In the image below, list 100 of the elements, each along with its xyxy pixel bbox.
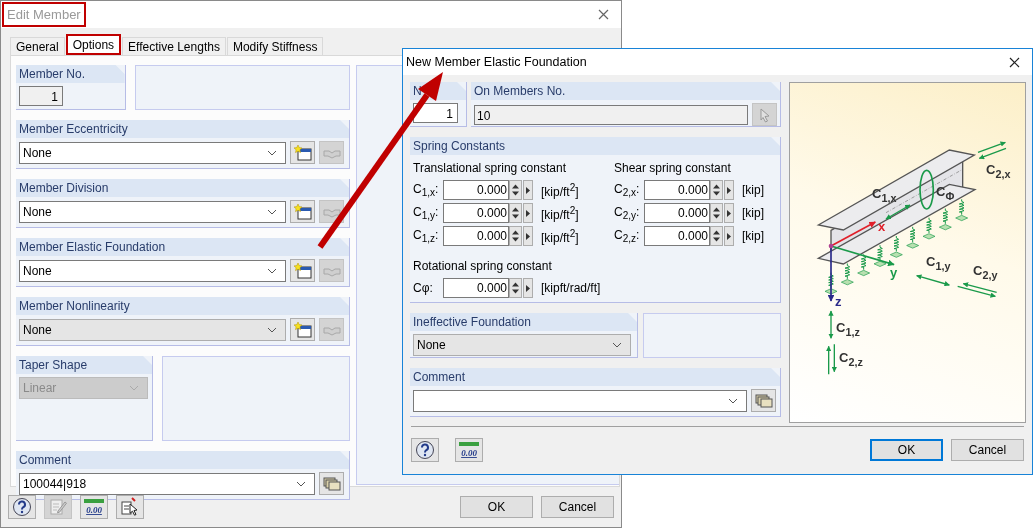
right-triangle-icon bbox=[526, 284, 530, 292]
browse-button[interactable] bbox=[751, 389, 776, 412]
tab[interactable]: Options bbox=[65, 34, 122, 55]
number-field[interactable]: 0.000 bbox=[644, 180, 710, 200]
select-button[interactable] bbox=[116, 495, 144, 519]
group-label: Spring Constants bbox=[410, 137, 780, 155]
dropdown[interactable]: None bbox=[19, 259, 286, 282]
cursor-document-icon bbox=[120, 497, 140, 517]
group-label: Member Eccentricity bbox=[16, 120, 349, 138]
number-field[interactable]: 0.000 bbox=[443, 278, 509, 298]
number-field[interactable]: 0.000 bbox=[644, 203, 710, 223]
number-field[interactable]: 0.000 bbox=[443, 226, 509, 246]
dropdown[interactable]: None bbox=[413, 334, 631, 356]
windows-icon bbox=[754, 393, 773, 408]
spin-button[interactable] bbox=[710, 180, 723, 200]
tab[interactable]: Effective Lengths bbox=[122, 37, 226, 55]
new-button[interactable] bbox=[290, 200, 315, 223]
input-field[interactable]: 10 bbox=[474, 104, 748, 125]
chevron-icon bbox=[267, 326, 277, 333]
dialog-button[interactable]: Cancel bbox=[951, 439, 1024, 461]
number-field[interactable]: 0.000 bbox=[443, 203, 509, 223]
help-button[interactable] bbox=[8, 495, 36, 519]
help-button[interactable] bbox=[411, 438, 439, 462]
double-arrow bbox=[957, 282, 998, 298]
group-label: Member Division bbox=[16, 179, 349, 197]
new-button[interactable] bbox=[290, 141, 315, 164]
spring-label: C$_{2,x}$ bbox=[986, 163, 1011, 180]
number-field[interactable]: 1 bbox=[19, 86, 63, 106]
spin-button[interactable] bbox=[509, 203, 522, 223]
dialog-button[interactable]: OK bbox=[870, 439, 943, 461]
arrow-button[interactable] bbox=[724, 226, 734, 246]
section-heading: Shear spring constant bbox=[614, 160, 732, 177]
group-label: On Members No. bbox=[471, 82, 780, 100]
help-icon bbox=[415, 440, 435, 460]
right-triangle-icon bbox=[727, 232, 731, 240]
tab[interactable]: Modify Stiffness bbox=[226, 37, 324, 55]
up-down-icon bbox=[713, 183, 720, 197]
arrow-button[interactable] bbox=[523, 203, 533, 223]
pencil-document-icon bbox=[49, 498, 67, 516]
rotation-ring bbox=[919, 169, 935, 210]
group-label: Comment bbox=[410, 368, 780, 386]
arrow-button[interactable] bbox=[523, 226, 533, 246]
field-label: C$_{1,z}$: bbox=[413, 227, 440, 245]
arrow-button[interactable] bbox=[523, 180, 533, 200]
field-label: C$_{2,y}$: bbox=[614, 204, 641, 222]
double-arrow bbox=[826, 343, 837, 375]
number-field[interactable]: 0.000 bbox=[443, 180, 509, 200]
dropdown[interactable]: None bbox=[19, 141, 286, 164]
browse-button[interactable] bbox=[319, 472, 344, 495]
spring-label: C$_{2,y}$ bbox=[973, 264, 998, 281]
dialog-button[interactable]: Cancel bbox=[541, 496, 614, 518]
arrow-button[interactable] bbox=[724, 203, 734, 223]
spin-button[interactable] bbox=[509, 278, 522, 298]
up-down-icon bbox=[713, 206, 720, 220]
section-heading: Translational spring constant bbox=[413, 160, 567, 177]
spin-button[interactable] bbox=[509, 226, 522, 246]
comment-field[interactable] bbox=[413, 389, 747, 412]
group-label: Member No. bbox=[16, 65, 125, 83]
group-label: Member Elastic Foundation bbox=[16, 238, 349, 256]
up-down-icon bbox=[512, 206, 519, 220]
unit-label: [kip] bbox=[742, 183, 764, 197]
double-arrow bbox=[977, 141, 1007, 160]
right-triangle-icon bbox=[526, 209, 530, 217]
section-heading: Rotational spring constant bbox=[413, 258, 553, 275]
dropdown[interactable]: None bbox=[19, 200, 286, 223]
arrow-button[interactable] bbox=[523, 278, 533, 298]
axis-label: y bbox=[890, 265, 898, 280]
right-triangle-icon bbox=[526, 232, 530, 240]
new-button[interactable] bbox=[290, 259, 315, 282]
chevron-icon bbox=[296, 480, 306, 487]
up-down-icon bbox=[512, 183, 519, 197]
double-arrow bbox=[828, 310, 834, 339]
dropdown[interactable]: None bbox=[19, 318, 286, 341]
new-window-icon bbox=[293, 203, 312, 220]
spin-button[interactable] bbox=[710, 226, 723, 246]
new-window-icon bbox=[293, 262, 312, 279]
tab[interactable]: General bbox=[10, 37, 65, 55]
spin-button[interactable] bbox=[710, 203, 723, 223]
chevron-icon bbox=[267, 149, 277, 156]
close-icon[interactable] bbox=[1009, 56, 1020, 68]
unit-label: [kip] bbox=[742, 206, 764, 220]
field-label: C$_{1,x}$: bbox=[413, 181, 440, 199]
axis-label: x bbox=[878, 219, 886, 234]
help-icon bbox=[12, 497, 32, 517]
arrow-button[interactable] bbox=[724, 180, 734, 200]
group-label: Comment bbox=[16, 451, 349, 469]
dialog-button[interactable]: OK bbox=[460, 496, 533, 518]
cursor-icon bbox=[757, 106, 772, 123]
field-label: C$_{2,x}$: bbox=[614, 181, 641, 199]
number-field[interactable]: 0.000 bbox=[644, 226, 710, 246]
comment-field[interactable]: 100044|918 bbox=[19, 472, 315, 495]
axis-label: z bbox=[835, 294, 842, 309]
chevron-icon bbox=[267, 208, 277, 215]
new-button[interactable] bbox=[290, 318, 315, 341]
y-axis-arrow bbox=[830, 245, 895, 267]
field-label: Cφ: bbox=[413, 281, 434, 295]
new-window-icon bbox=[293, 144, 312, 161]
window-title: New Member Elastic Foundation bbox=[406, 55, 587, 69]
spin-button[interactable] bbox=[509, 180, 522, 200]
double-arrow bbox=[916, 274, 950, 287]
